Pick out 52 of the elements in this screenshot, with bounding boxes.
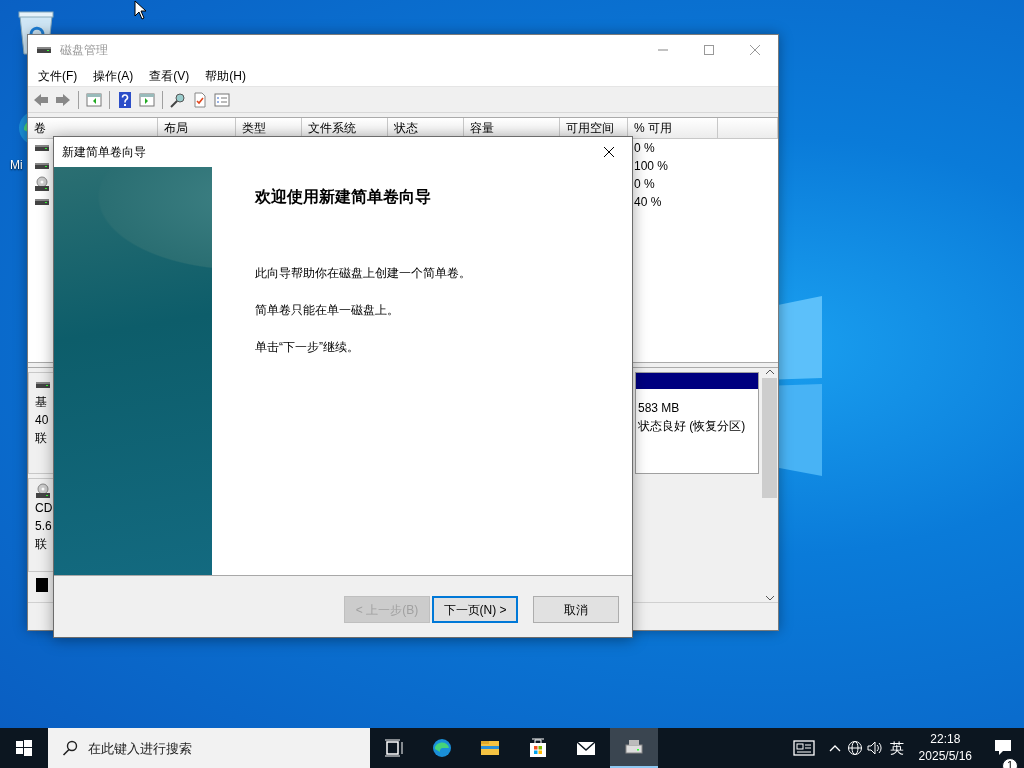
clock[interactable]: 22:18 2025/5/16 — [908, 731, 982, 765]
partition-text: 状态良好 (恢复分区) — [638, 418, 747, 435]
wizard-paragraph: 单击“下一步”继续。 — [255, 339, 360, 357]
menu-item[interactable]: 操作(A) — [85, 66, 142, 85]
maximize-icon[interactable] — [703, 44, 715, 56]
globe-icon[interactable] — [846, 740, 863, 756]
scroll-up-icon — [764, 368, 775, 376]
menu-item[interactable]: 查看(V) — [141, 66, 198, 85]
search-field[interactable]: 在此键入进行搜索 — [48, 728, 370, 768]
disk-label-text: 基 — [35, 394, 48, 411]
column-header[interactable]: % 可用 — [628, 118, 718, 139]
cancel-button[interactable]: 取消 — [533, 596, 619, 623]
disk-label-text: 联 — [35, 536, 48, 553]
clock-time: 22:18 — [930, 731, 961, 748]
partition-text: 583 MB — [638, 400, 681, 417]
table-cell-text: 0 % — [633, 176, 656, 193]
close-icon[interactable] — [603, 146, 615, 158]
chevron-up-icon[interactable] — [828, 744, 841, 752]
disk-label-text: CD — [35, 500, 54, 517]
window-title: 磁盘管理 — [60, 42, 108, 59]
table-cell-text: 40 % — [633, 194, 663, 211]
cd-drive-icon — [34, 176, 50, 192]
search-icon — [62, 740, 78, 756]
menu-item[interactable]: 帮助(H) — [197, 66, 254, 85]
disk-label-text: 40 — [35, 412, 50, 429]
wizard-paragraph: 此向导帮助你在磁盘上创建一个简单卷。 — [255, 265, 472, 283]
volume-icon[interactable] — [866, 740, 883, 756]
checked-document-icon[interactable] — [191, 90, 209, 109]
disk-drive-icon[interactable] — [610, 728, 658, 768]
news-icon[interactable] — [792, 740, 815, 756]
checklist-icon[interactable] — [213, 90, 231, 109]
language-indicator[interactable]: 英 — [884, 737, 909, 759]
cd-drive-icon — [35, 483, 51, 499]
clock-date: 2025/5/16 — [918, 748, 972, 765]
disk-label-text: 5.6 — [35, 518, 53, 535]
wizard-paragraph: 简单卷只能在单一磁盘上。 — [255, 302, 400, 320]
disk-label-text: 联 — [35, 430, 48, 447]
wizard-heading: 欢迎使用新建简单卷向导 — [255, 187, 432, 207]
table-cell-text: 100 % — [633, 158, 670, 175]
help-icon[interactable] — [116, 90, 134, 109]
menu-item[interactable]: 文件(F) — [30, 66, 86, 85]
scrollbar[interactable] — [761, 368, 778, 602]
cursor-icon — [134, 0, 146, 20]
panel-icon[interactable] — [85, 90, 103, 109]
next-button[interactable]: 下一页(N) > — [432, 596, 518, 623]
notification-icon — [994, 739, 1012, 757]
desktop-icon-label[interactable]: Mi — [10, 156, 23, 174]
windows-start-icon[interactable] — [16, 740, 32, 756]
table-cell-text: 0 % — [633, 140, 656, 157]
magnifier-icon[interactable] — [169, 90, 187, 109]
dialog-title: 新建简单卷向导 — [62, 144, 146, 161]
scroll-down-icon — [764, 594, 775, 602]
